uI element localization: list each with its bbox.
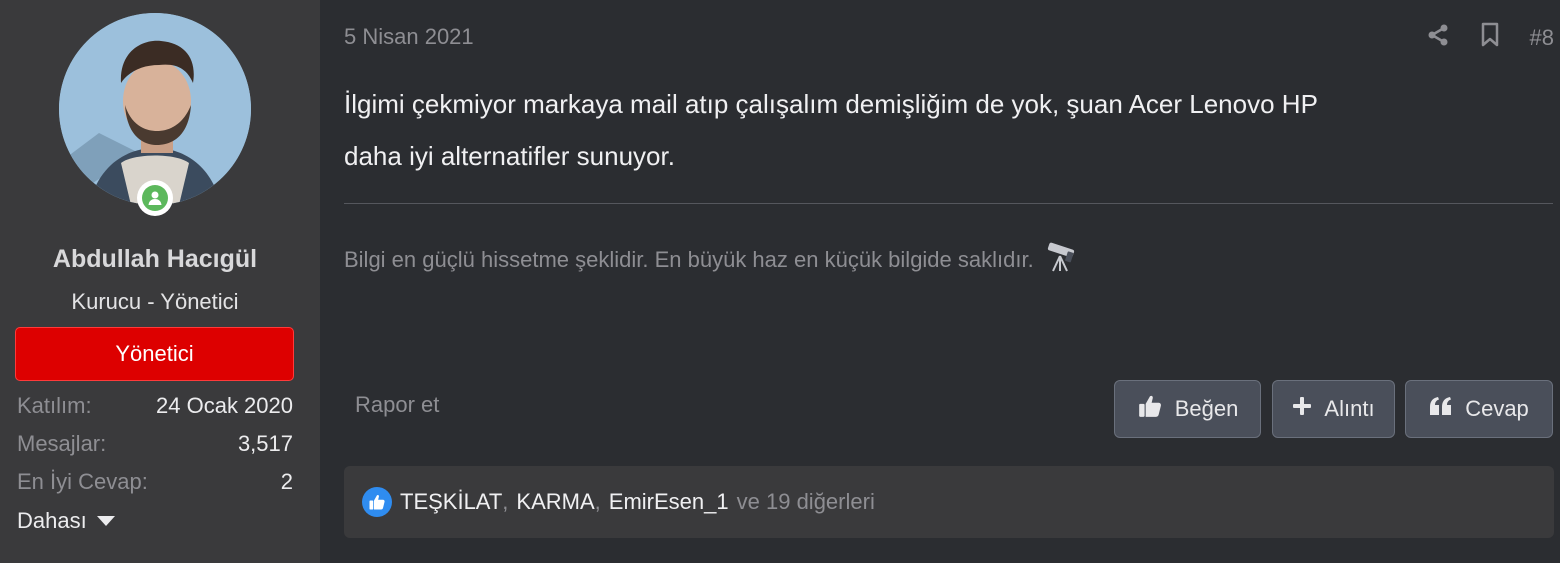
- user-title: Kurucu - Yönetici: [71, 289, 239, 314]
- reaction-user-link[interactable]: KARMA: [516, 489, 594, 515]
- stat-messages: Mesajlar: 3,517: [17, 431, 293, 461]
- user-panel: Abdullah Hacıgül Kurucu - Yönetici Yönet…: [0, 0, 320, 563]
- bookmark-icon[interactable]: [1480, 22, 1500, 53]
- post-text-line: İlgimi çekmiyor markaya mail atıp çalışa…: [344, 89, 1318, 119]
- quote-button[interactable]: Alıntı: [1272, 380, 1395, 438]
- forum-post: Abdullah Hacıgül Kurucu - Yönetici Yönet…: [0, 0, 1560, 563]
- stat-label: Katılım:: [17, 393, 92, 418]
- thumbs-up-reaction-icon[interactable]: [362, 487, 392, 517]
- stat-joined: Katılım: 24 Ocak 2020: [17, 393, 293, 423]
- reaction-user-link[interactable]: TEŞKİLAT: [400, 489, 502, 515]
- post-body: İlgimi çekmiyor markaya mail atıp çalışa…: [344, 78, 1524, 182]
- post-header-actions: #8: [1426, 22, 1554, 53]
- thumbs-up-icon: [1137, 393, 1163, 425]
- more-label: Dahası: [17, 508, 87, 533]
- quote-label: Alıntı: [1324, 396, 1375, 421]
- like-label: Beğen: [1174, 396, 1239, 421]
- stat-value: 24 Ocak 2020: [156, 393, 293, 418]
- post-number[interactable]: #8: [1530, 25, 1554, 51]
- reaction-user-link[interactable]: EmirEsen_1: [609, 489, 729, 515]
- reaction-separator: ,: [502, 489, 509, 514]
- user-banner: Yönetici: [15, 327, 294, 381]
- share-icon[interactable]: [1426, 23, 1450, 52]
- like-button[interactable]: Beğen: [1114, 380, 1261, 438]
- report-link[interactable]: Rapor et: [355, 392, 439, 418]
- reaction-separator: ,: [594, 489, 601, 514]
- online-user-icon: [142, 185, 168, 211]
- reactions-bar: TEŞKİLAT, KARMA, EmirEsen_1 ve 19 diğerl…: [344, 466, 1554, 538]
- stat-value: 2: [280, 469, 293, 494]
- telescope-icon: [1044, 240, 1078, 280]
- caret-down-icon: [96, 516, 115, 526]
- stat-label: Mesajlar:: [17, 431, 107, 456]
- avatar[interactable]: [59, 13, 251, 205]
- stat-best-answer: En İyi Cevap: 2: [17, 469, 293, 499]
- stat-value: 3,517: [237, 431, 293, 456]
- reply-label: Cevap: [1465, 396, 1529, 421]
- reaction-others-link[interactable]: ve 19 diğerleri: [737, 489, 875, 515]
- reply-button[interactable]: Cevap: [1405, 380, 1553, 438]
- more-toggle[interactable]: Dahası: [17, 508, 115, 534]
- signature-divider: [344, 203, 1553, 204]
- post-text-line: daha iyi alternatifler sunuyor.: [344, 141, 675, 171]
- quote-marks-icon: [1429, 396, 1453, 422]
- signature: Bilgi en güçlü hissetme şeklidir. En büy…: [344, 240, 1078, 280]
- stat-label: En İyi Cevap:: [17, 469, 148, 494]
- user-avatar-photo: [59, 13, 251, 205]
- post-date[interactable]: 5 Nisan 2021: [344, 24, 474, 50]
- username[interactable]: Abdullah Hacıgül: [0, 245, 310, 274]
- signature-text: Bilgi en güçlü hissetme şeklidir. En büy…: [344, 247, 1034, 272]
- plus-icon: [1292, 396, 1312, 422]
- online-status-badge: [137, 180, 173, 216]
